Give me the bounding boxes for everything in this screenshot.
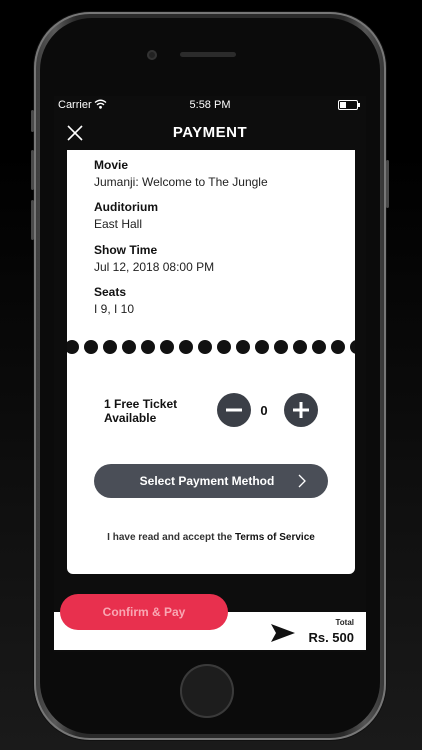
- perforation-dot: [179, 340, 193, 354]
- minus-icon[interactable]: [217, 393, 251, 427]
- perforation-dot: [141, 340, 155, 354]
- terms-of-service-link[interactable]: Terms of Service: [235, 532, 315, 543]
- ticket-card: Movie Jumanji: Welcome to The Jungle Aud…: [67, 150, 355, 574]
- power-button: [386, 160, 389, 208]
- perforation-dot: [350, 340, 355, 354]
- plus-icon[interactable]: [284, 393, 318, 427]
- showtime-value: Jul 12, 2018 08:00 PM: [94, 260, 215, 274]
- movie-value: Jumanji: Welcome to The Jungle: [94, 175, 268, 189]
- showtime-field: Show Time Jul 12, 2018 08:00 PM: [94, 243, 214, 274]
- paper-plane-icon: [270, 623, 296, 648]
- perforation-dot: [84, 340, 98, 354]
- volume-down-button: [31, 200, 34, 240]
- home-button[interactable]: [180, 664, 234, 718]
- confirm-pay-button[interactable]: Confirm & Pay: [60, 594, 228, 630]
- perforation-dot: [255, 340, 269, 354]
- terms-text: I have read and accept the Terms of Serv…: [67, 532, 355, 543]
- select-payment-method-button[interactable]: Select Payment Method: [94, 464, 328, 498]
- volume-up-button: [31, 150, 34, 190]
- app-screen: Carrier 5:58 PM PAYMENT Movie Jumanji: W…: [54, 96, 366, 652]
- total-amount: Rs. 500: [308, 630, 354, 645]
- mute-switch: [31, 110, 34, 132]
- perforation-dot: [122, 340, 136, 354]
- ticket-quantity: 0: [260, 403, 268, 418]
- perforation-dot: [236, 340, 250, 354]
- perforation-dot: [312, 340, 326, 354]
- perforation-dot: [103, 340, 117, 354]
- seats-value: I 9, I 10: [94, 302, 135, 316]
- page-title: PAYMENT: [172, 124, 248, 141]
- ticket-perforation: [67, 340, 355, 354]
- seats-label: Seats: [94, 285, 127, 299]
- seats-field: Seats I 9, I 10: [94, 285, 134, 316]
- auditorium-label: Auditorium: [94, 200, 158, 214]
- earpiece-speaker: [180, 52, 236, 57]
- perforation-dot: [331, 340, 345, 354]
- battery-icon: [338, 100, 360, 110]
- free-ticket-label: 1 Free Ticket Available: [104, 397, 214, 425]
- movie-field: Movie Jumanji: Welcome to The Jungle: [94, 158, 268, 189]
- free-ticket-line2: Available: [104, 411, 157, 425]
- free-ticket-line1: 1 Free Ticket: [104, 397, 178, 411]
- select-payment-label: Select Payment Method: [139, 474, 275, 488]
- front-camera: [147, 50, 157, 60]
- auditorium-value: East Hall: [94, 217, 143, 231]
- perforation-dot: [198, 340, 212, 354]
- terms-prefix: I have read and accept the: [107, 532, 235, 543]
- auditorium-field: Auditorium East Hall: [94, 200, 158, 231]
- perforation-dot: [274, 340, 288, 354]
- perforation-dot: [67, 340, 79, 354]
- perforation-dot: [293, 340, 307, 354]
- status-bar: Carrier 5:58 PM: [54, 96, 366, 114]
- status-time: 5:58 PM: [189, 99, 231, 111]
- nav-bar: PAYMENT: [54, 116, 366, 150]
- perforation-dot: [217, 340, 231, 354]
- chevron-right-icon: [298, 474, 306, 488]
- movie-label: Movie: [94, 158, 129, 172]
- perforation-dot: [160, 340, 174, 354]
- showtime-label: Show Time: [94, 243, 158, 257]
- total-label: Total: [335, 618, 354, 627]
